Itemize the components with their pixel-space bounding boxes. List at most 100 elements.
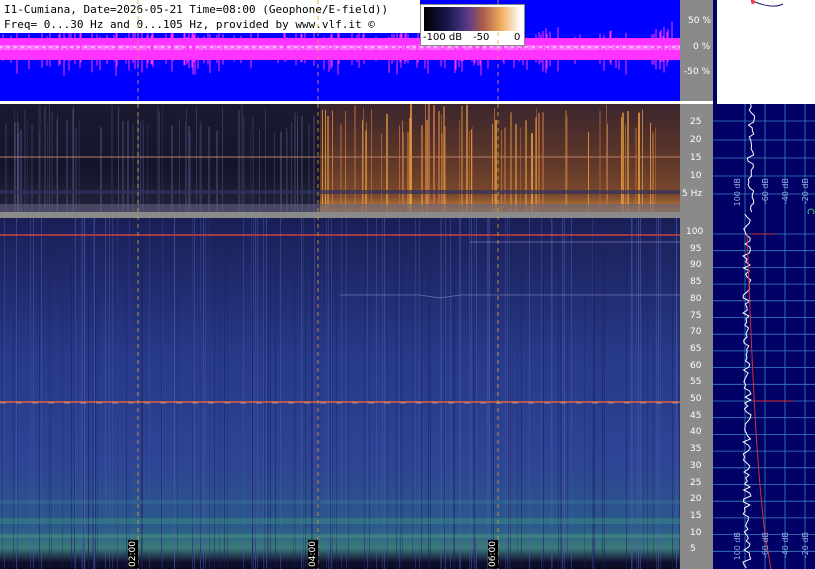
lower-streak xyxy=(529,218,530,569)
upper-streak xyxy=(147,123,148,212)
lower-streak xyxy=(564,218,565,569)
lower-streak xyxy=(243,218,244,569)
lower-streak xyxy=(33,218,34,569)
lower-streak xyxy=(117,218,118,569)
upper-freq-5: 5 Hz xyxy=(682,189,703,199)
upper-streak xyxy=(531,133,533,212)
upper-streak xyxy=(208,127,210,212)
upper-streak xyxy=(621,117,622,212)
lower-streak xyxy=(364,218,365,569)
lower-streak xyxy=(476,218,477,569)
lower-streak xyxy=(81,218,82,569)
upper-streak xyxy=(122,121,124,212)
lower-streak xyxy=(376,218,377,569)
lower-streak xyxy=(149,218,150,569)
upper-streak xyxy=(525,120,527,212)
upper-streak xyxy=(39,105,41,212)
upper-streak xyxy=(51,112,53,212)
rp-lower-label-2: -40 dB xyxy=(781,532,790,559)
upper-streak xyxy=(438,110,440,212)
lower-streak xyxy=(295,218,296,569)
lower-streak xyxy=(471,218,472,569)
lower-streak xyxy=(312,218,313,569)
lower-streak xyxy=(454,218,455,569)
upper-streak xyxy=(157,106,159,212)
lower-streak xyxy=(84,218,85,569)
lower-streak xyxy=(412,218,413,569)
upper-streak xyxy=(622,112,624,212)
lower-streak xyxy=(638,218,639,569)
lower-streak xyxy=(369,218,370,569)
upper-streak xyxy=(495,119,497,212)
lower-freq-label: 85 xyxy=(690,277,702,288)
lower-streak xyxy=(487,218,488,569)
lower-streak xyxy=(109,218,110,569)
upper-streak xyxy=(588,131,589,212)
upper-streak xyxy=(286,127,287,212)
upper-streak xyxy=(5,122,7,212)
lower-streak xyxy=(16,218,17,569)
lower-freq-label: 25 xyxy=(690,477,702,488)
lower-streak xyxy=(460,218,461,569)
upper-streak xyxy=(301,116,303,212)
upper-streak xyxy=(57,116,58,212)
upper-freq-20: 20 xyxy=(690,135,702,145)
upper-streak xyxy=(492,123,493,212)
upper-streak xyxy=(199,125,201,212)
lower-streak xyxy=(264,218,265,569)
lower-streak xyxy=(593,218,594,569)
lower-streak xyxy=(676,218,677,569)
lower-streak xyxy=(305,218,306,569)
upper-streak xyxy=(118,107,119,212)
lower-streak xyxy=(475,218,476,569)
upper-streak xyxy=(185,122,186,212)
lower-streak xyxy=(255,218,256,569)
upper-streak xyxy=(542,112,544,212)
upper-streak xyxy=(363,107,364,212)
upper-streak xyxy=(515,123,517,212)
lower-streak xyxy=(399,218,400,569)
lower-freq-label: 10 xyxy=(690,527,702,538)
upper-streak xyxy=(140,121,141,212)
upper-streak xyxy=(24,110,26,212)
upper-streak xyxy=(14,122,16,212)
upper-freq-25: 25 xyxy=(690,117,702,127)
lower-streak xyxy=(257,218,258,569)
lower-freq-label: 45 xyxy=(690,410,702,421)
lower-streak xyxy=(192,218,193,569)
rp-lower-label-3: -20 dB xyxy=(801,532,810,559)
upper-streak xyxy=(332,110,333,212)
lower-streak xyxy=(275,218,276,569)
lower-streak xyxy=(508,218,509,569)
upper-streak xyxy=(371,109,372,212)
right-panel-upper: 100 dB -60 dB -40 dB -20 dB xyxy=(713,104,815,214)
upper-streak xyxy=(510,112,512,212)
upper-streak xyxy=(75,127,77,212)
lower-streak xyxy=(205,218,206,569)
lower-streak xyxy=(453,218,454,569)
upper-streak xyxy=(472,126,473,212)
colorbar-tick-min: -100 dB xyxy=(423,32,463,43)
lower-streak xyxy=(658,218,659,569)
lower-streak xyxy=(604,218,605,569)
lower-streak xyxy=(543,218,544,569)
lower-streak xyxy=(74,218,75,569)
title-line-1: I1-Cumiana, Date=2026-05-21 Time=08:00 (… xyxy=(4,3,389,16)
waveform-scale: 50 % 0 % -50 % xyxy=(680,0,713,101)
lower-streak xyxy=(214,218,215,569)
lower-freq-label: 35 xyxy=(690,444,702,455)
lower-streak xyxy=(311,218,312,569)
lower-streak xyxy=(440,218,441,569)
lower-streak xyxy=(2,218,3,569)
upper-streak xyxy=(243,116,245,212)
upper-streak xyxy=(638,112,640,212)
right-panel-lower: 100 dB -60 dB -40 dB -20 dB xyxy=(713,214,815,569)
upper-streak xyxy=(38,105,39,212)
lower-streak xyxy=(594,218,595,569)
lower-streak xyxy=(602,218,603,569)
lower-streak xyxy=(142,218,143,569)
lower-streak xyxy=(552,218,553,569)
lower-streak xyxy=(4,218,5,569)
upper-streak xyxy=(381,133,382,212)
upper-streak xyxy=(494,108,495,212)
